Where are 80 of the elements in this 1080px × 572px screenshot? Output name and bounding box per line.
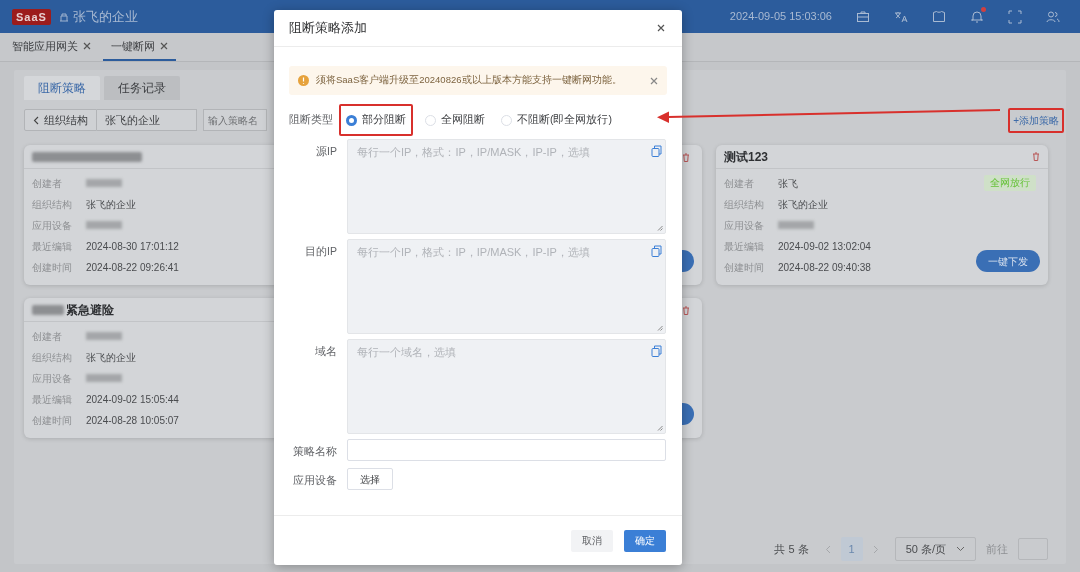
trash-icon[interactable] <box>682 306 690 315</box>
shirt-icon[interactable] <box>932 9 946 24</box>
field-label: 域名 <box>314 344 338 359</box>
field-value: 2024-08-30 17:01:12 <box>86 239 179 254</box>
field-label: 应用设备 <box>724 218 765 233</box>
field-label: 阻断类型 <box>289 112 334 128</box>
field-value: 2024-09-02 15:05:44 <box>86 392 179 407</box>
fullscreen-icon[interactable] <box>1008 9 1022 24</box>
field-label: 最近编辑 <box>724 239 765 254</box>
field-label: 目的IP <box>304 244 338 259</box>
field-value: 2024-08-22 09:26:41 <box>86 260 179 275</box>
field-label: 源IP <box>315 144 338 159</box>
warning-icon <box>298 75 309 86</box>
redaction-blur <box>778 221 814 229</box>
datetime: 2024-09-05 15:03:06 <box>729 9 832 25</box>
alert-message: 须将SaaS客户端升级至20240826或以上版本方能支持一键断网功能。 <box>316 73 622 88</box>
radio-option[interactable]: 全网阻断 <box>425 109 485 131</box>
trash-icon[interactable] <box>1032 152 1040 161</box>
close-icon[interactable] <box>650 76 658 85</box>
sub-tab[interactable]: 阻断策略 <box>24 76 100 100</box>
field-label: 应用设备 <box>32 371 73 386</box>
close-icon[interactable] <box>83 42 91 50</box>
org-field[interactable]: 张飞的企业 <box>97 109 197 131</box>
field-value: 张飞的企业 <box>86 350 136 365</box>
translate-icon[interactable] <box>894 9 908 24</box>
field-label: 组织结构 <box>32 197 73 212</box>
copy-icon[interactable] <box>651 345 662 357</box>
dispatch-button[interactable]: 一键下发 <box>976 250 1040 272</box>
users-icon[interactable] <box>1046 9 1060 24</box>
total-count: 共 5 条 <box>774 541 809 557</box>
field-value: 张飞的企业 <box>778 197 828 212</box>
field-label: 应用设备 <box>292 473 338 488</box>
resize-handle-icon <box>657 325 663 331</box>
redaction-blur <box>86 179 122 187</box>
radio-option[interactable]: 部分阻断 <box>346 109 406 131</box>
field-label: 策略名称 <box>292 444 338 459</box>
field-value: 2024-08-28 10:05:07 <box>86 413 179 428</box>
field-label: 应用设备 <box>32 218 73 233</box>
page-tab[interactable]: 智能应用网关 <box>10 33 93 61</box>
resize-handle-icon <box>657 425 663 431</box>
field-value: 2024-08-22 09:40:38 <box>778 260 871 275</box>
field-label: 最近编辑 <box>32 239 73 254</box>
trash-icon[interactable] <box>682 153 690 162</box>
field-value: 张飞的企业 <box>86 197 136 212</box>
field-label: 最近编辑 <box>32 392 73 407</box>
field-value: 2024-09-02 13:02:04 <box>778 239 871 254</box>
status-tag: 全网放行 <box>984 175 1036 191</box>
close-icon[interactable] <box>160 42 168 50</box>
chevron-left-icon <box>33 115 39 125</box>
page-size-select[interactable]: 50 条/页 <box>894 537 976 561</box>
redaction-blur <box>86 374 122 382</box>
card-title: 测试123 <box>724 148 769 166</box>
search-field[interactable]: 输入策略名 <box>203 109 267 131</box>
resize-handle-icon <box>657 225 663 231</box>
building-icon <box>58 11 69 22</box>
redaction-blur <box>86 221 122 229</box>
back-button[interactable]: 组织结构 <box>24 109 97 131</box>
select-button[interactable]: 选择 <box>347 468 393 490</box>
close-icon[interactable] <box>657 24 665 32</box>
redaction-blur <box>86 332 122 340</box>
radio-option[interactable]: 不阻断(即全网放行) <box>501 109 612 131</box>
confirm-button[interactable]: 确定 <box>624 529 666 552</box>
add-policy-link[interactable]: +添加策略 <box>1013 112 1059 128</box>
dialog-title: 阻断策略添加 <box>289 19 367 38</box>
copy-icon[interactable] <box>651 245 662 257</box>
input-field[interactable] <box>347 439 666 461</box>
page-tab[interactable]: 一键断网 <box>103 33 176 61</box>
bell-icon[interactable] <box>970 9 984 24</box>
field-label: 组织结构 <box>32 350 73 365</box>
org-name: 张飞的企业 <box>72 7 138 26</box>
cancel-button[interactable]: 取消 <box>571 529 613 552</box>
card-title: 紧急避险 <box>66 301 114 319</box>
sub-tab[interactable]: 任务记录 <box>104 76 180 100</box>
copy-icon[interactable] <box>651 145 662 157</box>
field-value: 张飞 <box>778 176 798 191</box>
radio-button[interactable] <box>346 114 357 126</box>
logo: SaaS <box>12 8 51 25</box>
field-label: 组织结构 <box>724 197 765 212</box>
chevron-down-icon <box>956 546 965 552</box>
briefcase-icon[interactable] <box>856 9 870 24</box>
